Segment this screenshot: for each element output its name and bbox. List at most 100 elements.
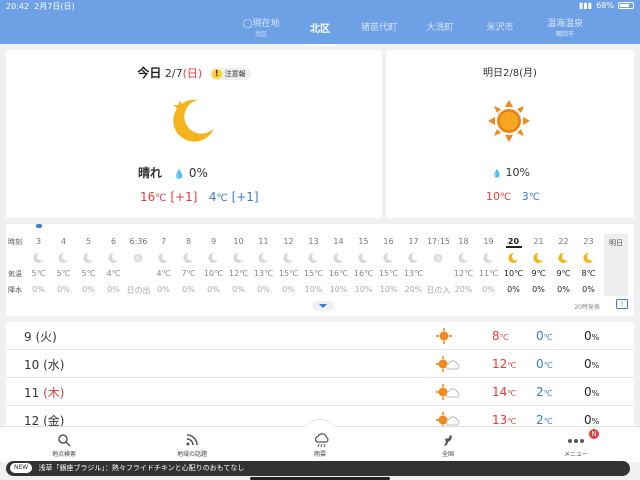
tab-map[interactable]: 全国 <box>384 427 512 463</box>
tab-yonezawa[interactable]: 米沢市 <box>480 20 520 46</box>
today-low: 4℃ [+1] <box>208 190 259 204</box>
tab-inawashiro[interactable]: 猪苗代町 <box>356 20 402 46</box>
hour-rain: 0% <box>582 285 595 294</box>
tomorrow-high: 10℃ <box>486 190 512 203</box>
weekly-high: 14℃ <box>492 385 517 399</box>
weekly-rain: 0% <box>584 385 600 399</box>
moon-icon <box>182 252 194 264</box>
tab-menu[interactable]: N メニュー <box>512 427 640 463</box>
hourly-tomorrow-column[interactable]: 明日 <box>604 234 628 296</box>
top-bar: 20:42 2月7日(日) ▮▮▮ 68% ◯現在地 北区 北区 猪苗代町 大洗… <box>0 0 640 46</box>
hour-rain: 0% <box>157 285 170 294</box>
weekly-low: 2℃ <box>536 385 553 399</box>
signal-icon: ▮▮▮ <box>579 1 593 10</box>
hour-rain: 0% <box>282 285 295 294</box>
hour-label: 16 <box>383 237 394 246</box>
weekly-row[interactable]: 10 (水) 12℃ 0℃ 0% <box>6 350 634 378</box>
rss-icon <box>185 433 199 447</box>
hour-rain: 10% <box>379 285 398 294</box>
hour-rain: 20% <box>404 285 423 294</box>
hour-label: 7 <box>160 237 167 246</box>
today-high: 16℃ [+1] <box>140 190 198 204</box>
sun-cloud-icon <box>436 356 462 375</box>
hour-row-label: 時刻 <box>8 238 22 246</box>
moon-icon <box>307 252 319 264</box>
today-card[interactable]: 今日 2/7(日) ! 注意報 晴れ 💧 0% 16℃ [+1] 4℃ [+1] <box>6 50 382 218</box>
hourly-column: 13 15℃ 10% <box>301 224 326 316</box>
warning-badge[interactable]: ! 注意報 <box>209 68 251 80</box>
hour-rain: 0% <box>207 285 220 294</box>
search-icon <box>57 433 71 447</box>
tab-search[interactable]: 地点検索 <box>0 427 128 463</box>
hour-rain: 0% <box>532 285 545 294</box>
moon-icon <box>382 252 394 264</box>
hourly-column: 8 7℃ 0% <box>176 224 201 316</box>
weekly-forecast[interactable]: 9 (火) 8℃ 0℃ 0% 10 (水) 12℃ 0℃ 0% 11 (木) 14℃ 2℃ 0% 12 … <box>6 322 634 432</box>
map-icon <box>441 433 455 447</box>
tomorrow-card[interactable]: 明日2/8(月) 💧 10% 10℃ 3℃ <box>386 50 634 218</box>
weekly-row[interactable]: 9 (火) 8℃ 0℃ 0% <box>6 322 634 350</box>
moon-icon <box>232 252 244 264</box>
hour-temp: 5℃ <box>31 269 46 278</box>
hourly-column: 10 12℃ 0% <box>226 224 251 316</box>
hour-label: 14 <box>333 237 344 246</box>
hour-temp: 5℃ <box>81 269 96 278</box>
battery-percent: 68% <box>596 1 614 10</box>
news-ticker[interactable]: NEW 浅草「銀座ブラジル」：熱々フライドチキンと心配りのおもてなし <box>6 461 630 476</box>
hourly-column: 12 15℃ 0% <box>276 224 301 316</box>
hour-rain: 0% <box>57 285 70 294</box>
report-icon[interactable]: ! <box>616 299 628 309</box>
tab-kita-ku[interactable]: 北区 <box>304 20 336 46</box>
tab-label: 全国 <box>441 451 454 458</box>
tomorrow-rain: 10% <box>505 166 530 179</box>
battery-icon <box>618 2 634 9</box>
hour-label: 3 <box>35 237 42 246</box>
moon-icon <box>332 252 344 264</box>
raindrop-icon: 💧 <box>492 169 502 178</box>
tomorrow-rain-row: 💧 10% <box>492 166 530 179</box>
hour-temp: 12℃ <box>453 269 474 278</box>
hour-temp: 5℃ <box>56 269 71 278</box>
sunset-icon <box>432 252 444 264</box>
tab-rss[interactable]: 地域の話題 <box>128 427 256 463</box>
weekly-row[interactable]: 11 (木) 14℃ 2℃ 0% <box>6 378 634 406</box>
moon-icon <box>257 252 269 264</box>
hour-temp: 10℃ <box>203 269 224 278</box>
hourly-forecast[interactable]: 時刻 気温 降水 明日 20時発表 ! 3 5℃ 0% 4 5℃ 0% 5 5℃ 0% 6 4℃ 0%… <box>6 224 634 316</box>
today-header: 今日 2/7(日) ! 注意報 <box>6 64 382 81</box>
weekly-high: 13℃ <box>492 413 517 427</box>
hour-label: 17 <box>408 237 419 246</box>
bottom-tab-bar: 地点検索 地域の話題 雨雲 全国 N メニュー <box>0 419 640 463</box>
hourly-column: 7 4℃ 0% <box>151 224 176 316</box>
hourly-column: 11 13℃ 0% <box>251 224 276 316</box>
hourly-column: 4 5℃ 0% <box>51 224 76 316</box>
hourly-column: 6:36 日の出 <box>126 224 151 316</box>
hour-rain: 日の入 <box>426 286 451 295</box>
hourly-column: 9 10℃ 0% <box>201 224 226 316</box>
hourly-column: 14 16℃ 10% <box>326 224 351 316</box>
hour-temp: 4℃ <box>106 269 121 278</box>
moon-icon <box>32 252 44 264</box>
new-badge: NEW <box>10 463 33 473</box>
tab-atsumi-onsen[interactable]: 温海温泉 鶴岡市 <box>540 16 590 42</box>
hour-temp: 13℃ <box>403 269 424 278</box>
moon-icon <box>482 252 494 264</box>
warning-icon: ! <box>211 69 222 79</box>
hourly-column: 22 9℃ 0% <box>551 224 576 316</box>
hourly-column: 18 12℃ 20% <box>451 224 476 316</box>
hour-label: 13 <box>308 237 319 246</box>
sun-icon <box>436 328 452 347</box>
tab-rain-cloud[interactable]: 雨雲 <box>256 427 384 463</box>
tab-oarai[interactable]: 大洗町 <box>420 20 460 46</box>
moon-star-icon <box>173 99 214 142</box>
rain-cloud-icon <box>313 433 329 448</box>
weekly-rain: 0% <box>584 357 600 371</box>
hour-label: 6:36 <box>129 237 148 246</box>
hour-temp: 13℃ <box>253 269 274 278</box>
tab-current-location[interactable]: ◯現在地 北区 <box>236 16 286 42</box>
hour-rain: 0% <box>107 285 120 294</box>
hour-rain: 10% <box>354 285 373 294</box>
hour-temp: 16℃ <box>328 269 349 278</box>
hour-label: 4 <box>60 237 67 246</box>
hour-rain: 0% <box>232 285 245 294</box>
